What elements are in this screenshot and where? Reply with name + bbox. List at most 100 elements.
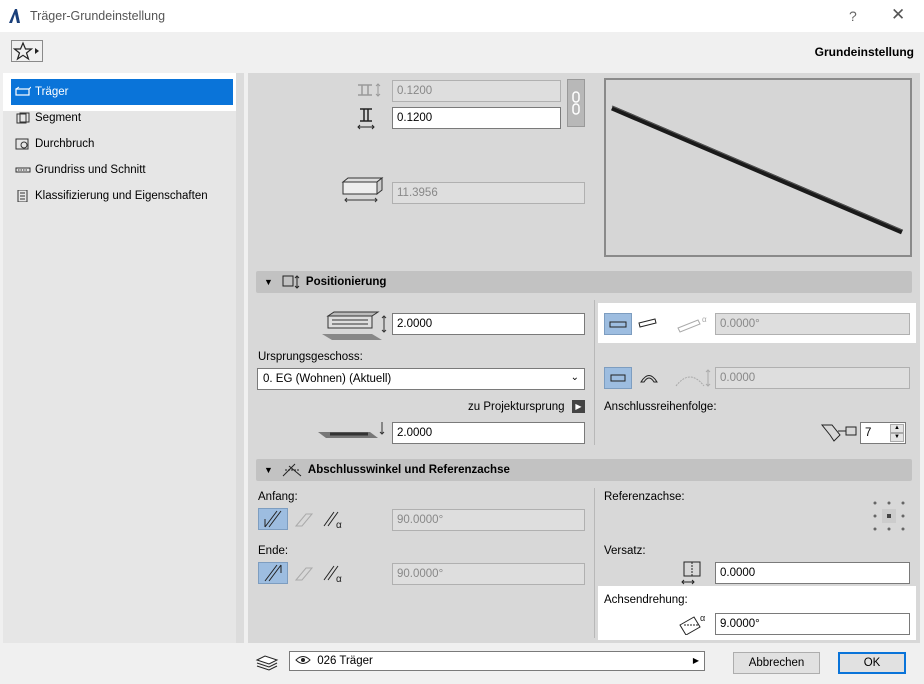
sidebar-item-label: Träger [35, 86, 69, 98]
end-angle-field[interactable]: 90.0000° [392, 563, 585, 585]
project-origin-button[interactable]: ▶ [572, 400, 585, 413]
perpendicular-end-icon [264, 564, 282, 582]
sidebar-item-klassifizierung[interactable]: Klassifizierung und Eigenschaften [11, 183, 233, 209]
sidebar-item-grundriss[interactable]: Grundriss und Schnitt [11, 157, 233, 183]
floorplan-icon [15, 167, 31, 173]
properties-icon [17, 190, 28, 202]
axis-rotation-field[interactable]: 9.0000° [715, 613, 910, 635]
play-arrow-icon: ▶ [575, 402, 582, 411]
sidebar-scrollbar[interactable] [236, 73, 244, 643]
width-top-icon [358, 83, 381, 97]
sidebar-item-label: Durchbruch [35, 138, 95, 150]
layer-select[interactable]: 026 Träger ▶ [289, 651, 705, 671]
tilt-angle-field[interactable]: 0.0000° [715, 313, 910, 335]
offset-label: Versatz: [604, 545, 646, 557]
width-top-field[interactable]: 0.1200 [392, 80, 561, 102]
cancel-button[interactable]: Abbrechen [733, 652, 820, 674]
tilt-angle-icon: α [677, 315, 707, 333]
ok-button[interactable]: OK [838, 652, 906, 674]
beam-length-icon [341, 176, 384, 203]
section-abschlusswinkel[interactable]: ▼ Abschlusswinkel und Referenzachse [256, 459, 912, 481]
section-title: Positionierung [305, 276, 387, 288]
section-positionierung[interactable]: ▼ Positionierung [256, 271, 912, 293]
curved-beam-icon [640, 375, 658, 383]
collapse-triangle-icon: ▼ [264, 277, 273, 287]
separator [594, 488, 595, 638]
start-perpendicular-toggle[interactable] [258, 508, 288, 530]
end-label: Ende: [258, 545, 289, 557]
stepper-up-icon[interactable]: ▲ [890, 424, 904, 433]
length-field[interactable]: 11.3956 [392, 182, 585, 204]
curve-height-field[interactable]: 0.0000 [715, 367, 910, 389]
opening-icon [15, 138, 29, 150]
positioning-icon [282, 275, 300, 289]
reference-height-icon [322, 311, 387, 340]
separator [594, 300, 595, 445]
end-perpendicular-toggle[interactable] [258, 562, 288, 584]
width-bottom-icon [357, 108, 375, 130]
link-toggle-button[interactable] [567, 79, 585, 127]
sidebar-item-label: Segment [35, 112, 82, 124]
toolbar [0, 32, 924, 72]
section-title: Abschlusswinkel und Referenzachse [307, 464, 510, 476]
beam-icon [15, 86, 31, 96]
sidebar-item-durchbruch[interactable]: Durchbruch [11, 131, 233, 157]
close-button[interactable]: ✕ [891, 5, 905, 25]
reference-axis-label: Referenzachse: [604, 491, 685, 503]
favorites-button[interactable] [11, 40, 43, 62]
stepper-down-icon[interactable]: ▼ [890, 433, 904, 442]
beam-horizontal-toggle[interactable] [604, 313, 632, 335]
origin-story-label: Ursprungsgeschoss: [258, 351, 363, 363]
play-arrow-icon: ▶ [692, 656, 699, 665]
window-title: Träger-Grundeinstellung [30, 9, 166, 23]
origin-story-value: 0. EG (Wohnen) (Aktuell) [263, 373, 392, 385]
connection-order-icon [820, 424, 857, 442]
connection-order-stepper[interactable]: 7 ▲ ▼ [860, 422, 906, 444]
segment-icon [16, 112, 30, 124]
star-icon [12, 41, 39, 61]
end-angled-icon [294, 567, 314, 581]
help-button[interactable]: ? [849, 8, 857, 24]
offset-field[interactable]: 2.0000 [392, 422, 585, 444]
layers-icon [255, 655, 279, 671]
end-angle-icon [282, 463, 302, 477]
horizontal-beam-icon [609, 321, 627, 328]
axis-rotation-icon: α [679, 613, 705, 635]
sidebar-item-label: Klassifizierung und Eigenschaften [35, 190, 208, 202]
start-angle-field[interactable]: 90.0000° [392, 509, 585, 531]
start-label: Anfang: [258, 491, 298, 503]
sidebar-item-label: Grundriss und Schnitt [35, 164, 146, 176]
sidebar-item-segment[interactable]: Segment [11, 105, 233, 131]
reference-axis-grid-icon[interactable] [872, 500, 906, 532]
straight-beam-toggle[interactable] [604, 367, 632, 389]
connection-order-value: 7 [865, 427, 872, 439]
svg-text:α: α [702, 315, 707, 324]
eye-icon [295, 656, 311, 664]
sidebar: Träger Segment Durchbruch Grundriss und … [3, 73, 236, 643]
dropdown-arrow-icon [35, 48, 39, 54]
perpendicular-end-icon [264, 510, 282, 528]
chain-link-icon [572, 91, 580, 115]
start-angled-icon [294, 513, 314, 527]
curve-height-icon [675, 369, 711, 387]
offset-icon [318, 422, 385, 438]
start-custom-angle-icon: α [323, 511, 342, 530]
inclined-beam-icon [638, 318, 657, 328]
curved-beam-toggle[interactable] [636, 367, 664, 389]
project-origin-label: zu Projektursprung [468, 401, 565, 413]
beam-preview-drawing [611, 105, 903, 235]
axis-offset-icon [681, 561, 701, 585]
beam-inclined-toggle[interactable] [636, 313, 664, 335]
svg-text:α: α [336, 520, 342, 530]
straight-beam-icon [610, 374, 626, 382]
height-field[interactable]: 2.0000 [392, 313, 585, 335]
chevron-down-icon: ⌄ [570, 372, 579, 383]
axis-offset-field[interactable]: 0.0000 [715, 562, 910, 584]
connection-order-label: Anschlussreihenfolge: [604, 401, 717, 413]
beam-preview [604, 78, 912, 257]
sidebar-item-traeger[interactable]: Träger [11, 79, 233, 105]
width-bottom-field[interactable]: 0.1200 [392, 107, 561, 129]
origin-story-select[interactable]: 0. EG (Wohnen) (Aktuell) ⌄ [257, 368, 585, 390]
panel-title: Grundeinstellung [814, 45, 914, 59]
end-custom-angle-icon: α [323, 565, 342, 584]
